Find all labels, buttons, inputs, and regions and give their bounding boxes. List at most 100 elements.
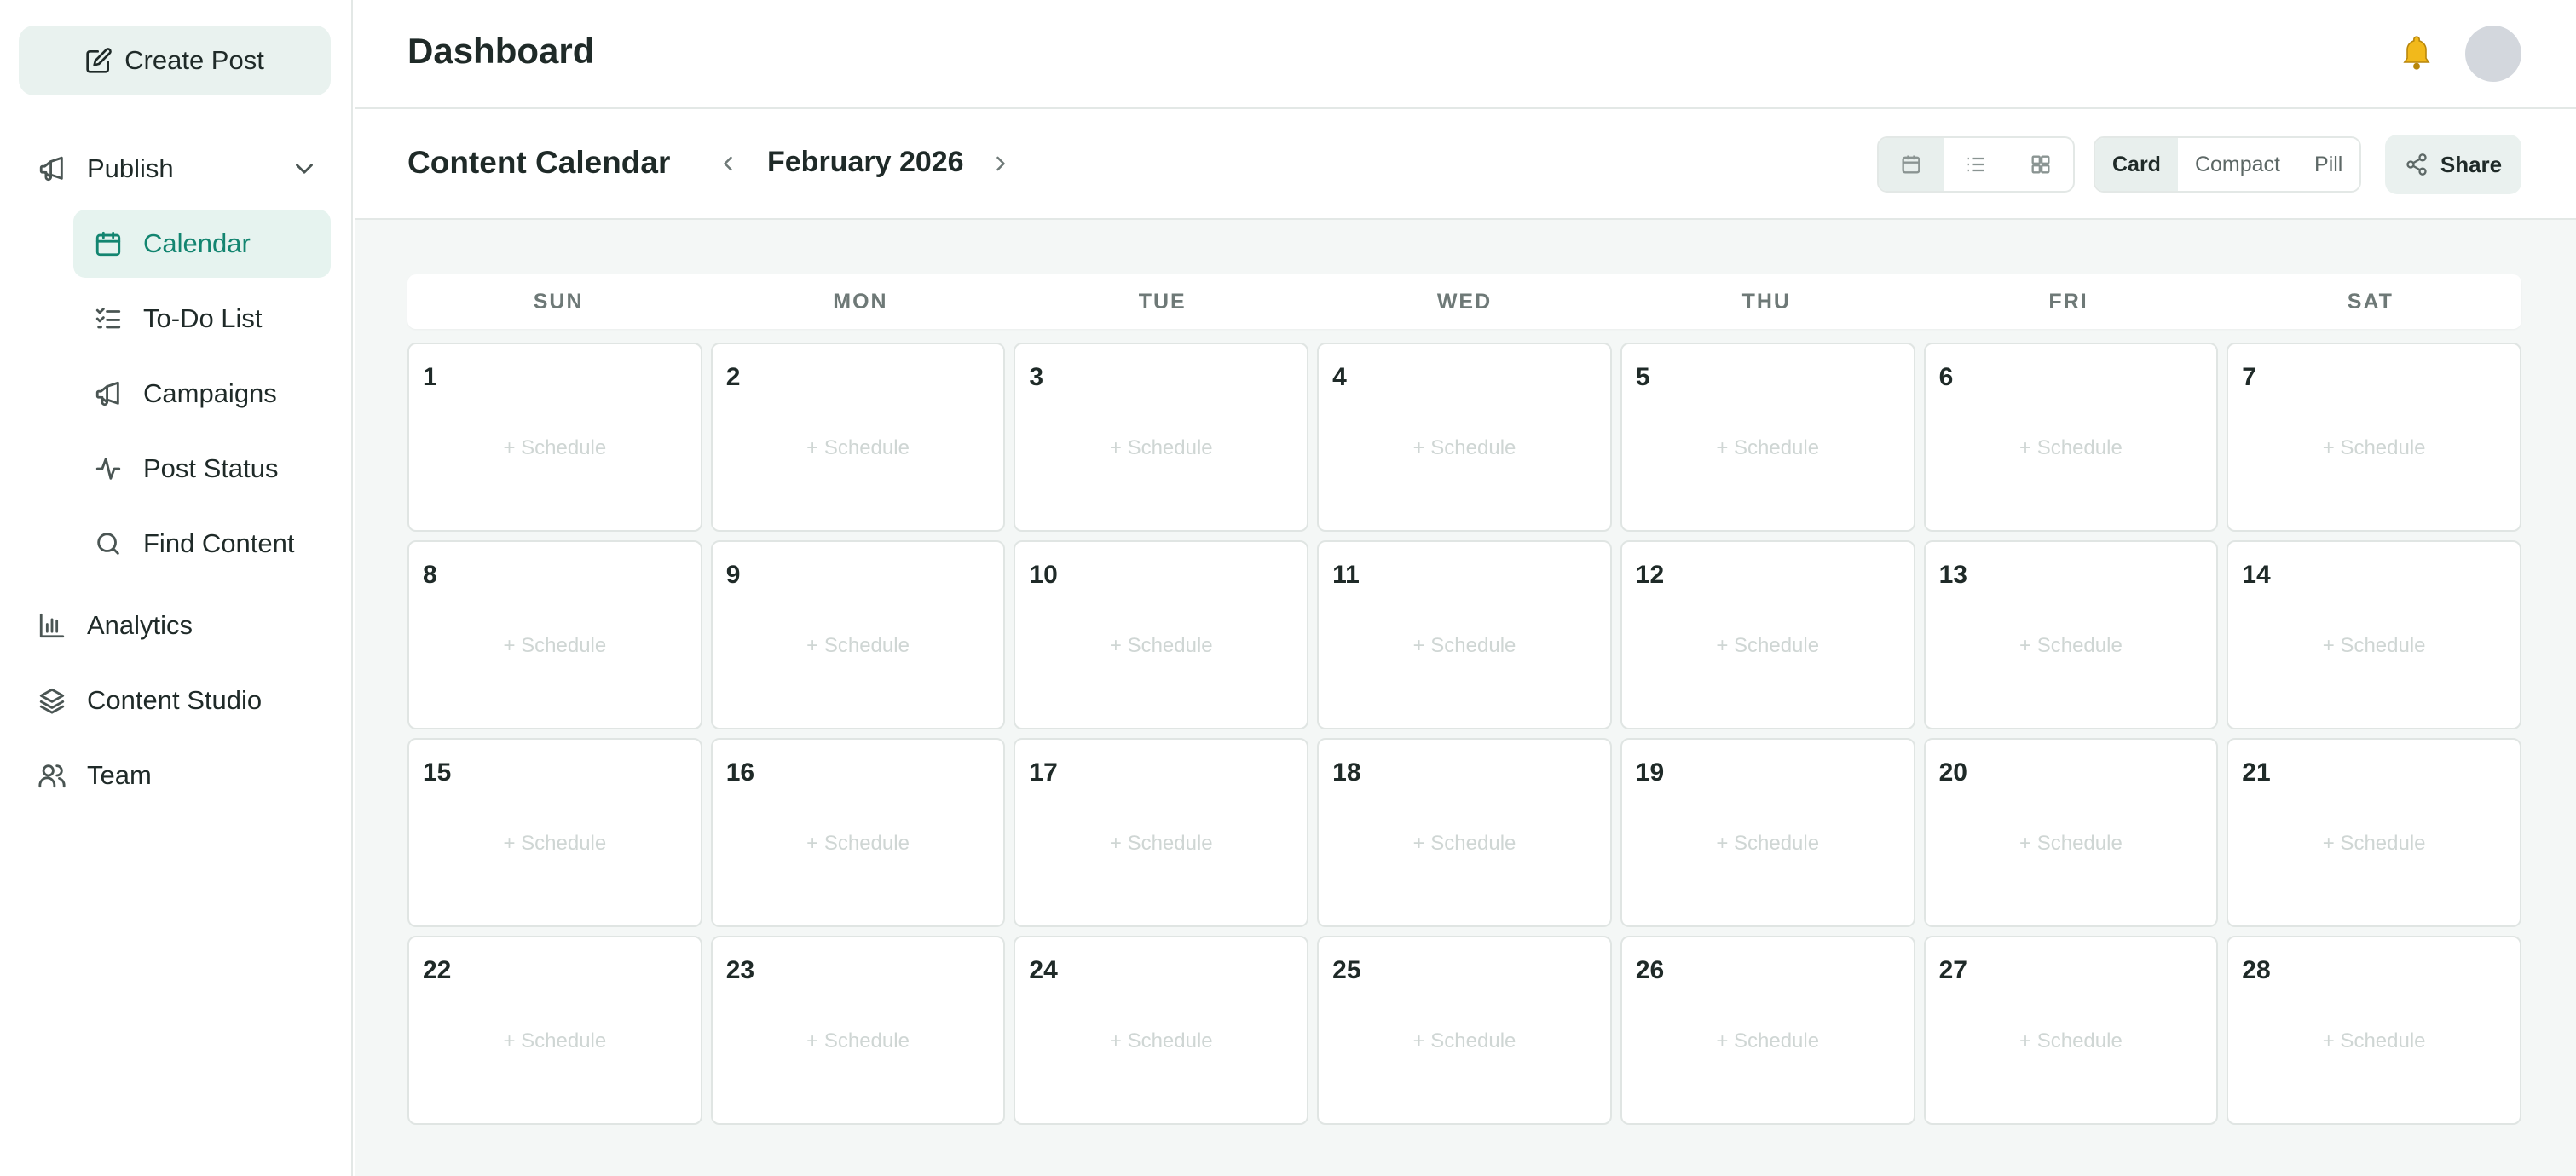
day-cell[interactable]: 21 + Schedule xyxy=(2227,738,2521,927)
schedule-button[interactable]: + Schedule xyxy=(1319,436,1610,460)
day-cell[interactable]: 16 + Schedule xyxy=(710,738,1006,927)
sidebar-item-label: Post Status xyxy=(143,453,279,483)
schedule-button[interactable]: + Schedule xyxy=(2228,634,2520,658)
day-number: 10 xyxy=(1029,561,1058,589)
day-cell[interactable]: 8 + Schedule xyxy=(407,540,702,729)
calendar-view-button[interactable] xyxy=(1879,138,1944,191)
sidebar-item-post-status[interactable]: Post Status xyxy=(73,435,331,503)
day-cell[interactable]: 27 + Schedule xyxy=(1923,936,2219,1125)
day-cell[interactable]: 26 + Schedule xyxy=(1620,936,1915,1125)
schedule-button[interactable]: + Schedule xyxy=(1622,832,1914,856)
sidebar-item-content-studio[interactable]: Content Studio xyxy=(38,675,327,726)
day-cell[interactable]: 22 + Schedule xyxy=(407,936,702,1125)
day-number: 21 xyxy=(2242,758,2271,787)
calendar-area: SUN MON TUE WED THU FRI SAT 1 + Schedule 2 + Sche… xyxy=(355,220,2576,1176)
schedule-button[interactable]: + Schedule xyxy=(1926,1029,2217,1053)
users-icon xyxy=(38,764,66,788)
sidebar-item-team[interactable]: Team xyxy=(38,750,327,801)
day-cell[interactable]: 18 + Schedule xyxy=(1317,738,1612,927)
schedule-button[interactable]: + Schedule xyxy=(1622,634,1914,658)
grid-view-button[interactable] xyxy=(2008,138,2073,191)
day-cell[interactable]: 28 + Schedule xyxy=(2227,936,2521,1125)
schedule-button[interactable]: + Schedule xyxy=(2228,1029,2520,1053)
day-number: 7 xyxy=(2242,363,2256,391)
schedule-button[interactable]: + Schedule xyxy=(2228,436,2520,460)
sidebar-item-calendar[interactable]: Calendar xyxy=(73,210,331,278)
day-cell[interactable]: 11 + Schedule xyxy=(1317,540,1612,729)
schedule-button[interactable]: + Schedule xyxy=(1319,634,1610,658)
schedule-button[interactable]: + Schedule xyxy=(1926,634,2217,658)
sidebar-item-find-content[interactable]: Find Content xyxy=(73,510,331,578)
day-cell[interactable]: 20 + Schedule xyxy=(1923,738,2219,927)
day-number: 8 xyxy=(423,561,437,589)
sidebar-item-todo[interactable]: To-Do List xyxy=(73,285,331,353)
schedule-button[interactable]: + Schedule xyxy=(409,436,701,460)
schedule-button[interactable]: + Schedule xyxy=(1319,832,1610,856)
day-cell[interactable]: 17 + Schedule xyxy=(1014,738,1309,927)
schedule-button[interactable]: + Schedule xyxy=(1015,832,1307,856)
day-cell[interactable]: 24 + Schedule xyxy=(1014,936,1309,1125)
chevron-right-icon[interactable] xyxy=(989,148,1013,179)
chevron-left-icon[interactable] xyxy=(716,148,740,179)
day-cell[interactable]: 6 + Schedule xyxy=(1923,343,2219,532)
day-cell[interactable]: 14 + Schedule xyxy=(2227,540,2521,729)
schedule-button[interactable]: + Schedule xyxy=(713,436,1004,460)
day-number: 14 xyxy=(2242,561,2271,589)
schedule-button[interactable]: + Schedule xyxy=(713,832,1004,856)
day-cell[interactable]: 3 + Schedule xyxy=(1014,343,1309,532)
day-cell[interactable]: 25 + Schedule xyxy=(1317,936,1612,1125)
day-number: 22 xyxy=(423,956,452,984)
schedule-button[interactable]: + Schedule xyxy=(2228,832,2520,856)
sidebar-item-publish[interactable]: Publish xyxy=(38,143,327,194)
day-cell[interactable]: 19 + Schedule xyxy=(1620,738,1915,927)
share-label: Share xyxy=(2440,151,2503,177)
day-cell[interactable]: 2 + Schedule xyxy=(710,343,1006,532)
style-compact-button[interactable]: Compact xyxy=(2178,138,2297,191)
schedule-button[interactable]: + Schedule xyxy=(1622,1029,1914,1053)
schedule-button[interactable]: + Schedule xyxy=(713,634,1004,658)
schedule-button[interactable]: + Schedule xyxy=(1015,1029,1307,1053)
list-view-button[interactable] xyxy=(1944,138,2008,191)
day-cell[interactable]: 15 + Schedule xyxy=(407,738,702,927)
day-cell[interactable]: 7 + Schedule xyxy=(2227,343,2521,532)
day-number: 18 xyxy=(1332,758,1361,787)
schedule-button[interactable]: + Schedule xyxy=(1015,634,1307,658)
schedule-button[interactable]: + Schedule xyxy=(1926,832,2217,856)
schedule-button[interactable]: + Schedule xyxy=(409,634,701,658)
schedule-button[interactable]: + Schedule xyxy=(713,1029,1004,1053)
day-number: 5 xyxy=(1635,363,1650,391)
create-post-button[interactable]: Create Post xyxy=(19,26,331,95)
weekday-label: TUE xyxy=(1138,289,1187,314)
avatar[interactable] xyxy=(2465,26,2521,82)
schedule-button[interactable]: + Schedule xyxy=(1926,436,2217,460)
checklist-icon xyxy=(95,308,121,329)
bell-icon[interactable] xyxy=(2400,34,2433,72)
style-card-button[interactable]: Card xyxy=(2095,138,2178,191)
day-cell[interactable]: 12 + Schedule xyxy=(1620,540,1915,729)
day-cell[interactable]: 23 + Schedule xyxy=(710,936,1006,1125)
day-number: 28 xyxy=(2242,956,2271,984)
calendar-toolbar: Content Calendar February 2026 Card Comp… xyxy=(355,111,2576,220)
day-cell[interactable]: 5 + Schedule xyxy=(1620,343,1915,532)
day-cell[interactable]: 10 + Schedule xyxy=(1014,540,1309,729)
day-number: 4 xyxy=(1332,363,1347,391)
sidebar-item-analytics[interactable]: Analytics xyxy=(38,600,327,651)
schedule-button[interactable]: + Schedule xyxy=(1622,436,1914,460)
day-cell[interactable]: 4 + Schedule xyxy=(1317,343,1612,532)
view-switcher xyxy=(1877,136,2075,193)
day-cell[interactable]: 13 + Schedule xyxy=(1923,540,2219,729)
sidebar-item-label: Content Studio xyxy=(87,685,263,715)
sidebar-item-label: Find Content xyxy=(143,528,295,558)
day-cell[interactable]: 9 + Schedule xyxy=(710,540,1006,729)
activity-icon xyxy=(95,458,121,480)
calendar-icon xyxy=(95,231,121,257)
share-button[interactable]: Share xyxy=(2385,135,2521,194)
schedule-button[interactable]: + Schedule xyxy=(409,832,701,856)
schedule-button[interactable]: + Schedule xyxy=(1319,1029,1610,1053)
day-cell[interactable]: 1 + Schedule xyxy=(407,343,702,532)
schedule-button[interactable]: + Schedule xyxy=(409,1029,701,1053)
day-number: 2 xyxy=(725,363,741,391)
style-pill-button[interactable]: Pill xyxy=(2297,138,2359,191)
sidebar-item-campaigns[interactable]: Campaigns xyxy=(73,360,331,428)
schedule-button[interactable]: + Schedule xyxy=(1015,436,1307,460)
